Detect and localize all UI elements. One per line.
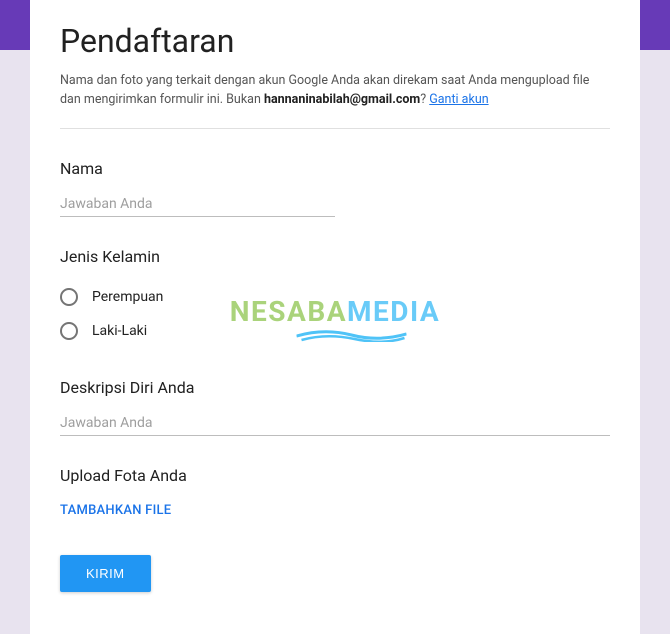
label-gender: Jenis Kelamin [60, 247, 610, 266]
radio-option-laki[interactable]: Laki-Laki [60, 314, 610, 348]
form-title: Pendaftaran [60, 0, 610, 72]
disclaimer-email: hannaninabilah@gmail.com [264, 92, 420, 107]
input-deskripsi[interactable] [60, 411, 610, 436]
form-container: Pendaftaran Nama dan foto yang terkait d… [30, 0, 640, 634]
radio-group-gender: Perempuan Laki-Laki [60, 280, 610, 348]
question-upload: Upload Fota Anda TAMBAHKAN FILE [60, 466, 610, 520]
disclaimer-q: ? [420, 92, 429, 107]
form-disclaimer: Nama dan foto yang terkait dengan akun G… [60, 72, 610, 129]
label-upload: Upload Fota Anda [60, 466, 610, 485]
label-deskripsi: Deskripsi Diri Anda [60, 378, 610, 397]
question-nama: Nama [60, 159, 610, 217]
label-nama: Nama [60, 159, 610, 178]
radio-label-laki: Laki-Laki [92, 323, 147, 339]
switch-account-link[interactable]: Ganti akun [429, 92, 488, 107]
radio-icon [60, 322, 78, 340]
add-file-button[interactable]: TAMBAHKAN FILE [60, 501, 171, 520]
submit-button[interactable]: KIRIM [60, 555, 151, 592]
question-deskripsi: Deskripsi Diri Anda [60, 378, 610, 436]
radio-option-perempuan[interactable]: Perempuan [60, 280, 610, 314]
radio-label-perempuan: Perempuan [92, 289, 163, 305]
question-gender: Jenis Kelamin Perempuan Laki-Laki [60, 247, 610, 348]
radio-icon [60, 288, 78, 306]
input-nama[interactable] [60, 192, 335, 217]
